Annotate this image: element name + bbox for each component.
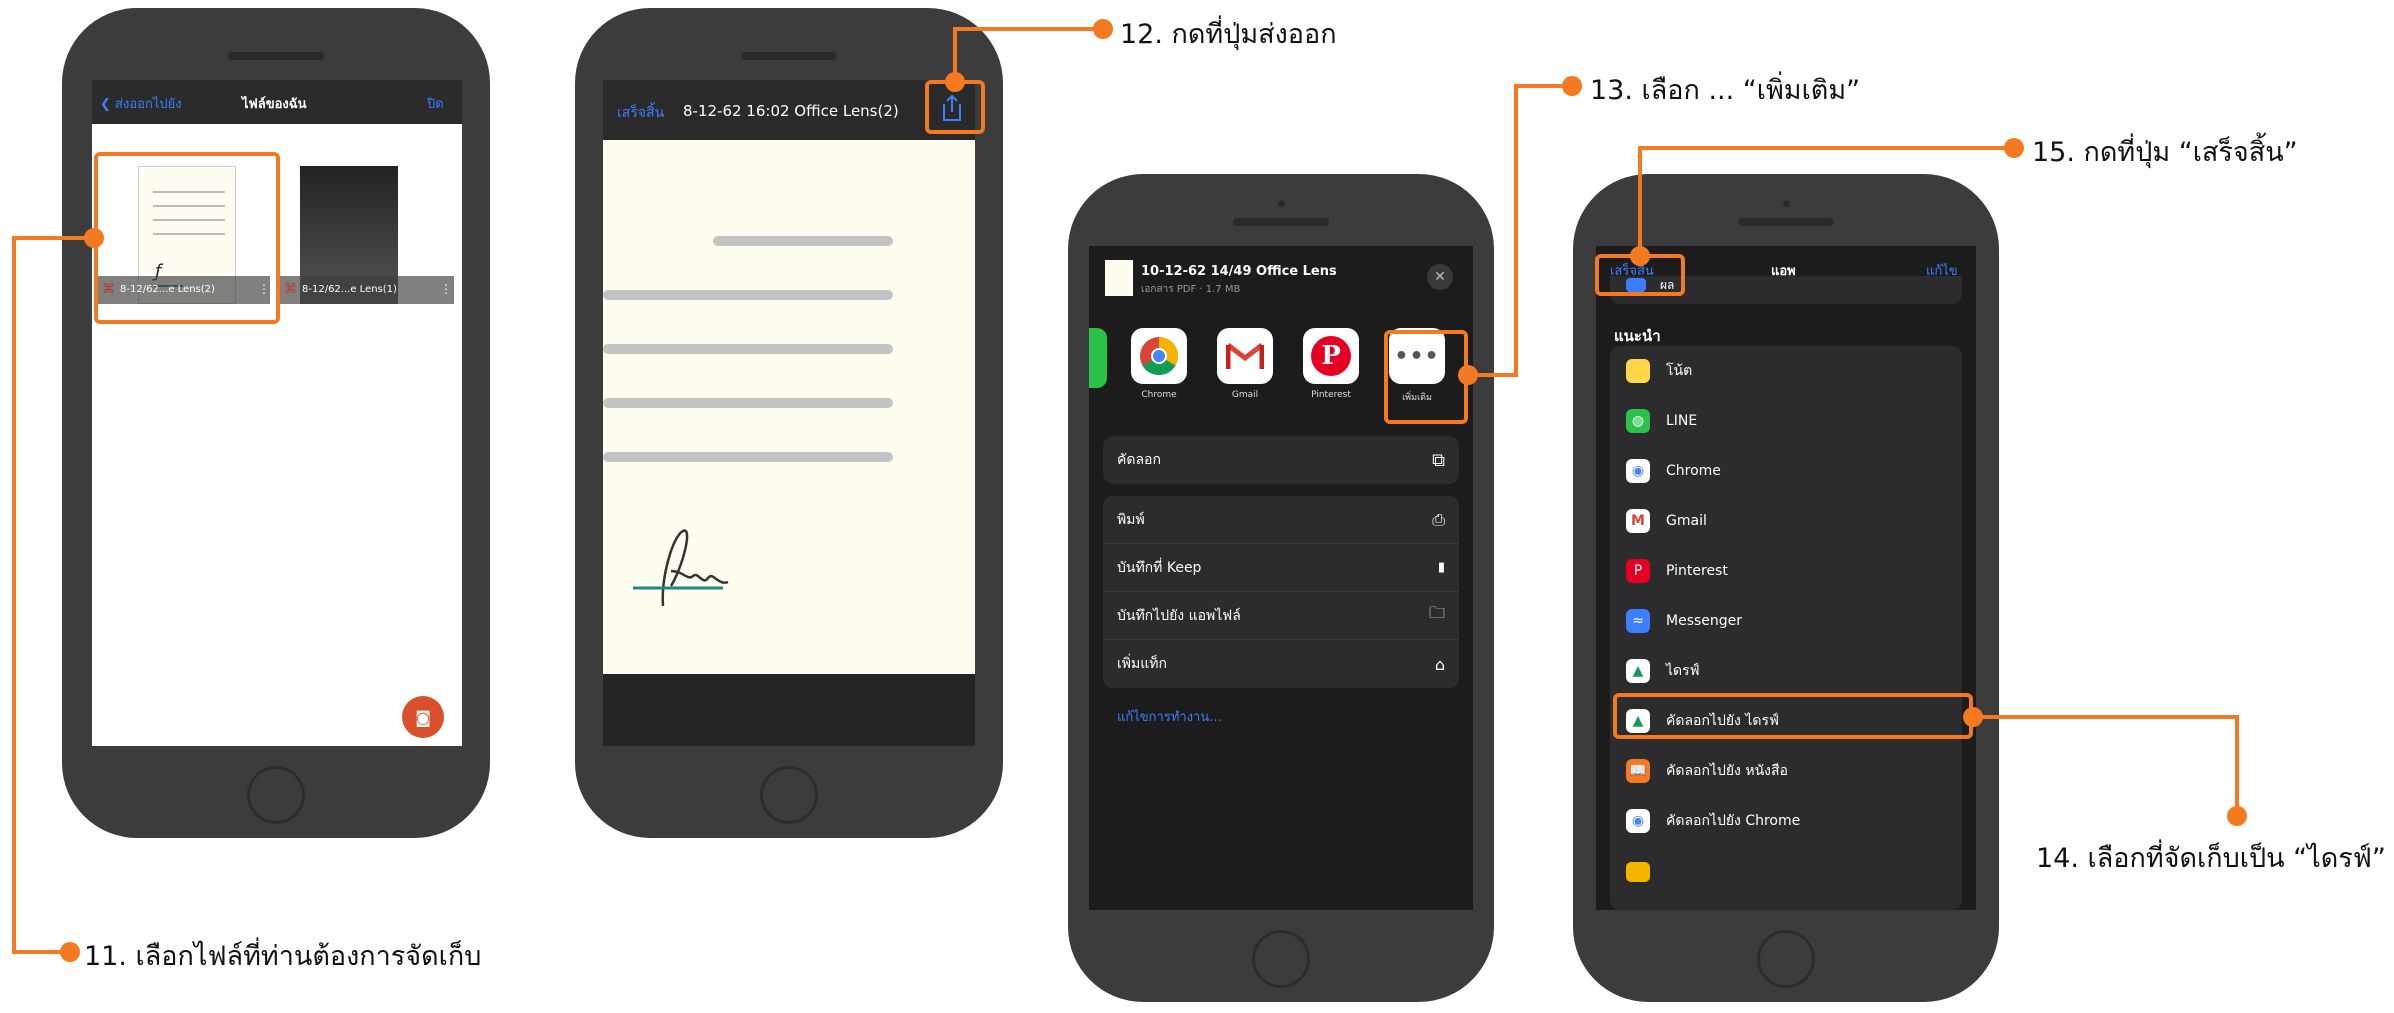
phone-speaker (1233, 218, 1329, 226)
share-app-gmail[interactable]: Gmail (1215, 328, 1275, 400)
copy-icon: ⧉ (1432, 449, 1445, 471)
chrome-icon: ◉ (1626, 809, 1650, 833)
phone-speaker (1738, 218, 1834, 226)
home-button[interactable] (1252, 930, 1310, 988)
signature-icon (633, 529, 729, 607)
drive-icon: ▲ (1626, 659, 1650, 683)
app-row-line[interactable]: ◍ LINE (1610, 396, 1962, 446)
phone-2-screen: เสร็จสิ้น 8-12-62 16:02 Office Lens(2) (603, 80, 975, 746)
front-camera (1783, 200, 1790, 207)
highlight-drive-row (1613, 693, 1973, 739)
apps-list: โน้ต ◍ LINE ◉ Chrome M Gmail P Pinterest ≈ Me… (1610, 346, 1962, 910)
gmail-icon: M (1626, 509, 1650, 533)
messenger-icon: ≈ (1626, 609, 1650, 633)
section-header: แนะนำ (1614, 327, 1661, 345)
chrome-icon (1140, 336, 1179, 376)
document-page (603, 140, 975, 674)
home-button[interactable] (1757, 930, 1815, 988)
step-15-label: 15. กดที่ปุ่ม “เสร็จสิ้น” (2032, 137, 2298, 168)
app-row-pinterest[interactable]: P Pinterest (1610, 546, 1962, 596)
phone-speaker (228, 52, 324, 60)
phone-4-screen: เสร็จสิ้น แอพ แก้ไข ผล แนะนำ โน้ต ◍ LINE … (1596, 246, 1976, 910)
nav-title: ไฟล์ของฉัน (242, 97, 307, 112)
action-group-2: พิมพ์ ⎙ บันทึกที่ Keep ▮ บันทึกไปยัง แอพ… (1103, 496, 1459, 688)
bottom-area (603, 674, 975, 746)
app-row-notes[interactable]: โน้ต (1610, 346, 1962, 396)
app-row-messenger[interactable]: ≈ Messenger (1610, 596, 1962, 646)
home-button[interactable] (247, 766, 305, 824)
file-name: 8-12/62...e Lens(1) (302, 284, 397, 295)
action-copy[interactable]: คัดลอก ⧉ (1103, 436, 1459, 484)
action-print[interactable]: พิมพ์ ⎙ (1103, 496, 1459, 544)
folder-icon: 🗀 (1428, 603, 1445, 622)
share-app-pinterest[interactable]: P Pinterest (1301, 328, 1361, 400)
pdf-icon: ⌘ (284, 282, 297, 297)
pinterest-icon: P (1626, 559, 1650, 583)
app-row-copy-chrome[interactable]: ◉ คัดลอกไปยัง Chrome (1610, 796, 1962, 846)
notes-icon (1626, 359, 1650, 383)
bookmark-icon: ▮ (1437, 560, 1445, 575)
share-app-chrome[interactable]: Chrome (1129, 328, 1189, 400)
books-icon: 📖 (1626, 759, 1650, 783)
step-12-label: 12. กดที่ปุ่มส่งออก (1120, 19, 1337, 50)
step-11-label: 11. เลือกไฟล์ที่ท่านต้องการจัดเก็บ (84, 941, 482, 972)
camera-button[interactable]: ◙ (402, 696, 444, 738)
more-icon[interactable]: ⋮ (440, 282, 452, 296)
gmail-icon (1226, 343, 1264, 369)
edit-actions-link[interactable]: แก้ไขการทำงาน... (1117, 706, 1222, 727)
share-header: 10-12-62 14/49 Office Lens เอกสาร PDF · … (1089, 246, 1473, 308)
step-14-label: 14. เลือกที่จัดเก็บเป็น “ไดรฟ์” (2036, 843, 2386, 874)
phone-3: 10-12-62 14/49 Office Lens เอกสาร PDF · … (1068, 174, 1494, 1013)
app-row-copy-books[interactable]: 📖 คัดลอกไปยัง หนังสือ (1610, 746, 1962, 796)
app-row-chrome[interactable]: ◉ Chrome (1610, 446, 1962, 496)
close-button[interactable]: ปิด (427, 93, 444, 114)
partial-row-icon (1626, 862, 1650, 882)
back-button[interactable]: ❮ ส่งออกไปยัง (100, 93, 182, 114)
highlight-more-app (1384, 330, 1468, 424)
home-button[interactable] (760, 766, 818, 824)
file-card[interactable]: ⌘ 8-12/62...e Lens(1) ⋮ (278, 164, 454, 304)
action-keep[interactable]: บันทึกที่ Keep ▮ (1103, 544, 1459, 592)
file-thumbnail (1105, 260, 1133, 296)
phone-4: เสร็จสิ้น แอพ แก้ไข ผล แนะนำ โน้ต ◍ LINE … (1573, 174, 1999, 1013)
done-button[interactable]: เสร็จสิ้น (617, 102, 664, 124)
step-13-label: 13. เลือก ... “เพิ่มเติม” (1590, 75, 1861, 106)
nav-bar: ❮ ส่งออกไปยัง ไฟล์ของฉัน ปิด (92, 80, 462, 124)
close-button[interactable]: ✕ (1427, 264, 1453, 290)
file-meta: เอกสาร PDF · 1.7 MB (1141, 284, 1241, 295)
file-title: 10-12-62 14/49 Office Lens (1141, 264, 1337, 279)
tag-icon: ⌂ (1434, 654, 1445, 674)
line-app-partial (1089, 328, 1107, 388)
action-add-tag[interactable]: เพิ่มแท็ก ⌂ (1103, 640, 1459, 688)
line-icon: ◍ (1626, 409, 1650, 433)
action-group-1: คัดลอก ⧉ (1103, 436, 1459, 484)
phone-speaker (741, 52, 837, 60)
pinterest-icon: P (1311, 336, 1351, 376)
app-row-drive[interactable]: ▲ ไดรฟ์ (1610, 646, 1962, 696)
chrome-icon: ◉ (1626, 459, 1650, 483)
nav-bar: เสร็จสิ้น 8-12-62 16:02 Office Lens(2) (603, 80, 975, 140)
action-save-files[interactable]: บันทึกไปยัง แอพไฟล์ 🗀 (1103, 592, 1459, 640)
chevron-left-icon: ❮ (100, 97, 111, 112)
document-title: 8-12-62 16:02 Office Lens(2) (683, 102, 899, 120)
highlight-file-card (94, 152, 280, 324)
front-camera (1278, 200, 1285, 207)
app-row-gmail[interactable]: M Gmail (1610, 496, 1962, 546)
close-icon: ✕ (1434, 269, 1446, 285)
camera-icon: ◙ (415, 707, 431, 727)
printer-icon: ⎙ (1432, 509, 1445, 529)
phone-1: ❮ ส่งออกไปยัง ไฟล์ของฉัน ปิด ƒ ⌘ 8-12/62… (62, 8, 490, 854)
